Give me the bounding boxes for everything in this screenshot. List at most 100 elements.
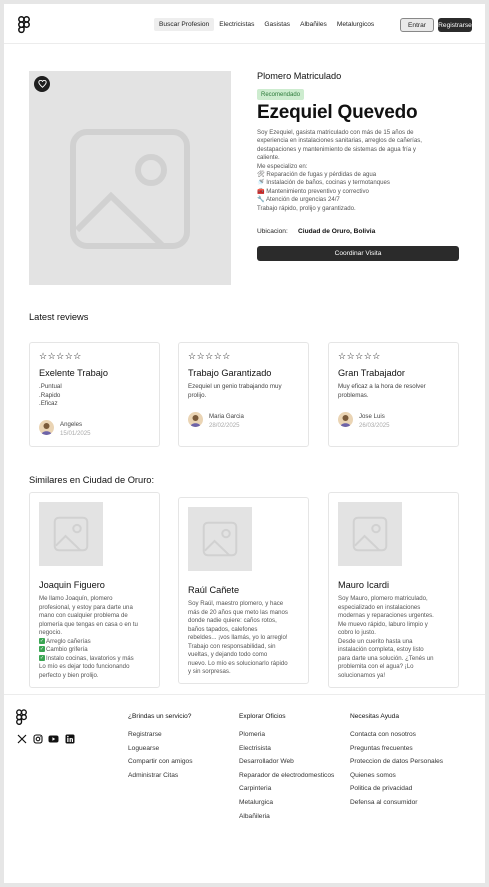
review-line: Ezequiel un genio trabajando muy [188, 383, 282, 390]
avatar [338, 412, 353, 427]
image-placeholder-icon [202, 521, 238, 557]
recommended-badge: Recomendado [257, 89, 305, 100]
footer-link[interactable]: Administrar Citas [128, 772, 193, 786]
review-card: ☆☆☆☆☆ Exelente Trabajo .Puntual .Rapido … [29, 342, 160, 447]
footer-link[interactable]: Albañileria [239, 813, 334, 827]
review-line: Muy eficaz a la hora de resolver [338, 383, 426, 390]
sim-line: solucionamos ya! [338, 671, 386, 679]
similar-image-placeholder [338, 502, 402, 566]
sim-line: plomería que tengas en casa o en tu [39, 620, 138, 628]
nav-electricistas[interactable]: Electricistas [214, 18, 259, 31]
sim-line: Soy Raúl, maestro plomero, y hace [188, 600, 284, 607]
review-line: .Puntual [39, 383, 62, 390]
x-icon[interactable] [16, 733, 27, 744]
sim-line: Soy Mauro, plomero matriculado, [338, 595, 428, 602]
sim-line: más de 20 años que meto las manos [188, 608, 288, 616]
similar-card[interactable]: Raúl Cañete Soy Raúl, maestro plomero, y… [178, 497, 309, 684]
footer: ¿Brindas un servicio? Registrarse Loguea… [4, 694, 485, 883]
similar-image-placeholder [188, 507, 252, 571]
nav-gasistas[interactable]: Gasistas [259, 18, 295, 31]
instagram-icon[interactable] [32, 733, 43, 744]
profile-image-placeholder [29, 71, 231, 285]
check-icon: ✓ [39, 654, 45, 661]
footer-link[interactable]: Plomeria [239, 731, 334, 745]
profile-description: Soy Ezequiel, gasista matriculado con má… [257, 129, 467, 213]
desc-line: Me especializo en: [257, 162, 308, 170]
location-value: Ciudad de Oruro, Bolivia [298, 228, 376, 235]
desc-line: destapaciones y mantenimiento de sistema… [257, 145, 416, 153]
footer-link[interactable]: Contacta con nosotros [350, 731, 443, 745]
review-card: ☆☆☆☆☆ Trabajo Garantizado Ezequiel un ge… [178, 342, 309, 447]
favorite-heart-button[interactable] [34, 76, 50, 92]
footer-column-servicio: ¿Brindas un servicio? Registrarse Loguea… [128, 713, 193, 785]
nav-albaniles[interactable]: Albañiles [295, 18, 332, 31]
similar-description: Me llamo Joaquín, plomero profesional, y… [39, 595, 153, 680]
footer-link[interactable]: Compartir con amigos [128, 758, 193, 772]
youtube-icon[interactable] [48, 733, 59, 744]
sim-line: Me muevo rápido, laburo limpio y [338, 620, 428, 628]
footer-link[interactable]: Reparador de electrodomesticos [239, 772, 334, 786]
check-icon: ✓ [39, 637, 45, 644]
sim-line: ✓ Arreglo cañerías [39, 638, 153, 647]
footer-link[interactable]: Metalurgica [239, 799, 334, 813]
figma-logo-icon[interactable] [16, 709, 27, 726]
footer-link[interactable]: Desarrollador Web [239, 758, 334, 772]
footer-link[interactable]: Defensa al consumidor [350, 799, 443, 813]
register-button[interactable]: Registrarse [438, 18, 472, 32]
sim-line: cobro lo justo. [338, 629, 376, 636]
desc-line: 🚿 Instalación de baños, cocinas y termot… [257, 179, 390, 187]
footer-heading: ¿Brindas un servicio? [128, 713, 192, 720]
footer-link[interactable]: Electrisista [239, 745, 334, 759]
review-title: Trabajo Garantizado [188, 368, 272, 378]
footer-heading: Necesitas Ayuda [350, 713, 399, 720]
sim-line: Me llamo Joaquín, plomero [39, 595, 113, 602]
sim-line: Lo mío es dejar todo funcionando [39, 663, 130, 670]
sim-line: vueltas, y dejando todo como [188, 651, 268, 658]
similar-description: Soy Mauro, plomero matriculado, especial… [338, 595, 452, 680]
footer-link[interactable]: Carpinteria [239, 785, 334, 799]
desc-line: experiencia en instalaciones sanitarias,… [257, 137, 422, 145]
sim-line: y sin sorpresas. [188, 668, 231, 675]
similar-image-placeholder [39, 502, 103, 566]
similar-card[interactable]: Joaquin Figuero Me llamo Joaquín, plomer… [29, 492, 160, 688]
image-placeholder-icon [70, 129, 190, 249]
coordinate-visit-button[interactable]: Coordinar Visita [257, 246, 459, 261]
heart-icon [37, 80, 47, 88]
footer-link[interactable]: Politica de privacidad [350, 785, 443, 799]
sim-line: Desde un cuerito hasta una [338, 637, 413, 645]
desc-line: caliente. [257, 154, 280, 162]
rating-stars: ☆☆☆☆☆ [338, 351, 381, 361]
nav-buscar-profesion[interactable]: Buscar Profesion [154, 18, 215, 31]
footer-link[interactable]: Registrarse [128, 731, 193, 745]
footer-column-oficios: Explorar Oficios Plomeria Electrisista D… [239, 713, 334, 826]
review-line: .Rapido [39, 391, 61, 399]
check-icon: ✓ [39, 646, 45, 653]
figma-logo-icon[interactable] [18, 16, 30, 34]
sim-line: perfecto y bien prolijo. [39, 671, 99, 679]
footer-link[interactable]: Loguearse [128, 745, 193, 759]
footer-heading: Explorar Oficios [239, 713, 286, 720]
sim-line: problemita con el agua? ¡Lo [338, 663, 414, 670]
review-date: 26/03/2025 [359, 422, 390, 429]
review-date: 15/01/2025 [60, 430, 91, 437]
sim-line: ✓ Instalo cocinas, lavatorios y más [39, 655, 153, 664]
desc-line: 🧰 Mantenimiento preventivo y correctivo [257, 187, 369, 195]
sim-line: mano con cualquier problema de [39, 612, 128, 619]
linkedin-icon[interactable] [64, 733, 75, 744]
nav-metalurgicos[interactable]: Metalurgicos [332, 18, 379, 31]
professional-name: Ezequiel Quevedo [257, 102, 418, 123]
review-date: 28/02/2025 [209, 422, 240, 429]
desc-line: Trabajo rápido, prolijo y garantizado. [257, 204, 356, 212]
image-placeholder-icon [53, 516, 89, 552]
login-button[interactable]: Entrar [400, 18, 434, 32]
footer-link[interactable]: Proteccion de datos Personales [350, 758, 443, 772]
review-line: problemas. [338, 391, 369, 399]
footer-link[interactable]: Preguntas frecuentes [350, 745, 443, 759]
footer-link[interactable]: Quienes somos [350, 772, 443, 786]
similar-name: Joaquin Figuero [39, 580, 105, 590]
similar-name: Raúl Cañete [188, 585, 240, 595]
sim-line: profesional, y estoy para darte una [39, 603, 133, 611]
similar-card[interactable]: Mauro Icardi Soy Mauro, plomero matricul… [328, 492, 459, 688]
sim-line-text: Instalo cocinas, lavatorios y más [46, 654, 134, 662]
main-nav: Buscar Profesion Electricistas Gasistas … [154, 18, 379, 31]
